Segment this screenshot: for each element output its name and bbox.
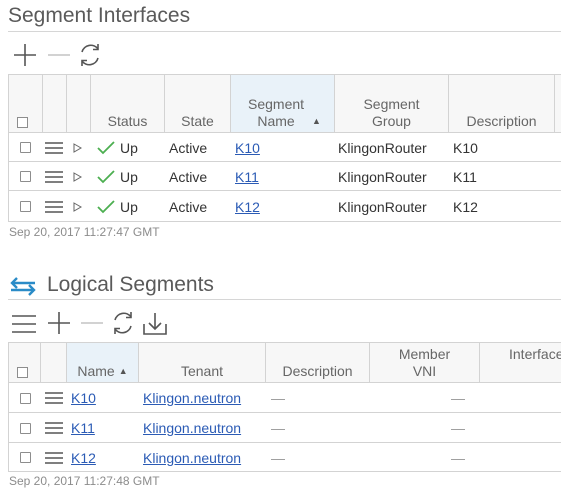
add-icon[interactable]: [45, 310, 73, 336]
row-menu-icon[interactable]: [45, 170, 63, 183]
column-header-status[interactable]: Status: [91, 75, 165, 133]
tenant-link[interactable]: Klingon.neutron: [143, 450, 241, 466]
description-text: —: [271, 420, 285, 436]
column-header-name[interactable]: Name ▲: [67, 343, 139, 383]
segment-interfaces-table: Status State Segment Name ▲ Segment Grou…: [8, 74, 561, 222]
refresh-icon[interactable]: [109, 309, 137, 337]
table-row[interactable]: K10 Klingon.neutron — —: [9, 382, 561, 413]
member-vni-text: —: [451, 420, 465, 436]
row-menu-icon[interactable]: [45, 200, 63, 213]
segment-name-link[interactable]: K10: [235, 140, 260, 156]
segment-name-link[interactable]: K11: [71, 420, 95, 436]
refresh-icon[interactable]: [76, 41, 104, 69]
sort-ascending-icon: ▲: [312, 116, 321, 126]
row-checkbox[interactable]: [20, 171, 31, 182]
table-row[interactable]: K11 Klingon.neutron — —: [9, 412, 561, 443]
row-checkbox[interactable]: [20, 201, 31, 212]
select-all-checkbox[interactable]: [17, 117, 28, 128]
description-text: —: [271, 449, 285, 466]
segment-name-link[interactable]: K10: [71, 390, 96, 406]
segment-group-text: KlingonRouter: [338, 198, 427, 215]
table-row[interactable]: Up Active K11 KlingonRouter K11: [9, 161, 561, 191]
download-icon[interactable]: [141, 310, 169, 336]
segment-name-link[interactable]: K12: [71, 450, 96, 466]
logical-segments-table: Name ▲ Tenant Description Member VNI Int…: [8, 342, 561, 472]
description-text: K10: [453, 139, 478, 156]
column-header-segment-name[interactable]: Segment Name ▲: [231, 75, 335, 133]
segment-name-link[interactable]: K12: [235, 199, 260, 215]
member-vni-text: —: [451, 449, 465, 466]
logical-segments-timestamp: Sep 20, 2017 11:27:48 GMT: [9, 474, 160, 488]
table-row[interactable]: Up Active K10 KlingonRouter K10: [9, 132, 561, 162]
member-vni-text: —: [451, 390, 465, 406]
expand-row-icon[interactable]: [73, 171, 82, 182]
status-text: Up: [120, 198, 138, 215]
row-menu-icon[interactable]: [45, 392, 63, 404]
row-menu-icon[interactable]: [45, 422, 63, 434]
remove-icon[interactable]: [45, 42, 73, 68]
remove-icon[interactable]: [78, 310, 106, 336]
description-text: —: [271, 390, 285, 406]
status-text: Up: [120, 168, 138, 185]
expand-row-icon[interactable]: [73, 142, 82, 153]
table-row[interactable]: Up Active K12 KlingonRouter K12: [9, 190, 561, 221]
state-text: Active: [169, 198, 208, 215]
segment-interfaces-divider: [8, 31, 561, 32]
segment-interfaces-title: Segment Interfaces: [8, 4, 191, 27]
row-checkbox[interactable]: [20, 392, 31, 404]
state-text: Active: [169, 168, 208, 185]
description-text: K11: [453, 168, 477, 185]
column-header-interface[interactable]: Interface: [480, 343, 561, 383]
segment-interfaces-timestamp: Sep 20, 2017 11:27:47 GMT: [9, 225, 160, 239]
expand-column-header: [67, 75, 91, 133]
segment-name-link[interactable]: K11: [235, 169, 259, 185]
expand-row-icon[interactable]: [73, 201, 82, 212]
row-menu-icon[interactable]: [45, 451, 63, 464]
state-text: Active: [169, 139, 208, 156]
select-all-header: [9, 75, 43, 133]
segment-group-text: KlingonRouter: [338, 168, 427, 185]
description-text: K12: [453, 198, 478, 215]
row-checkbox[interactable]: [20, 422, 31, 434]
column-header-overflow: [555, 75, 561, 133]
menu-column-header: [43, 75, 67, 133]
row-checkbox[interactable]: [20, 452, 31, 463]
tenant-link[interactable]: Klingon.neutron: [143, 390, 241, 406]
column-header-tenant[interactable]: Tenant: [139, 343, 266, 383]
select-all-checkbox[interactable]: [17, 367, 28, 378]
select-all-header: [9, 343, 41, 383]
column-header-state[interactable]: State: [165, 75, 231, 133]
status-ok-icon: [97, 199, 115, 213]
table-row[interactable]: K12 Klingon.neutron — —: [9, 442, 561, 471]
menu-icon[interactable]: [10, 313, 38, 335]
tenant-link[interactable]: Klingon.neutron: [143, 420, 241, 436]
column-header-segment-group[interactable]: Segment Group: [335, 75, 449, 133]
column-header-description[interactable]: Description: [266, 343, 370, 383]
segments-icon: [10, 277, 36, 296]
column-header-description[interactable]: Description: [449, 75, 555, 133]
add-icon[interactable]: [11, 42, 39, 68]
status-text: Up: [120, 139, 138, 156]
status-ok-icon: [97, 140, 115, 154]
logical-segments-title: Logical Segments: [47, 273, 214, 296]
status-ok-icon: [97, 169, 115, 183]
sort-ascending-icon: ▲: [118, 366, 128, 376]
column-header-member-vni[interactable]: Member VNI: [370, 343, 480, 383]
row-checkbox[interactable]: [20, 142, 31, 153]
menu-column-header: [41, 343, 67, 383]
row-menu-icon[interactable]: [45, 141, 63, 154]
segment-group-text: KlingonRouter: [338, 139, 427, 156]
logical-segments-divider: [8, 299, 561, 300]
